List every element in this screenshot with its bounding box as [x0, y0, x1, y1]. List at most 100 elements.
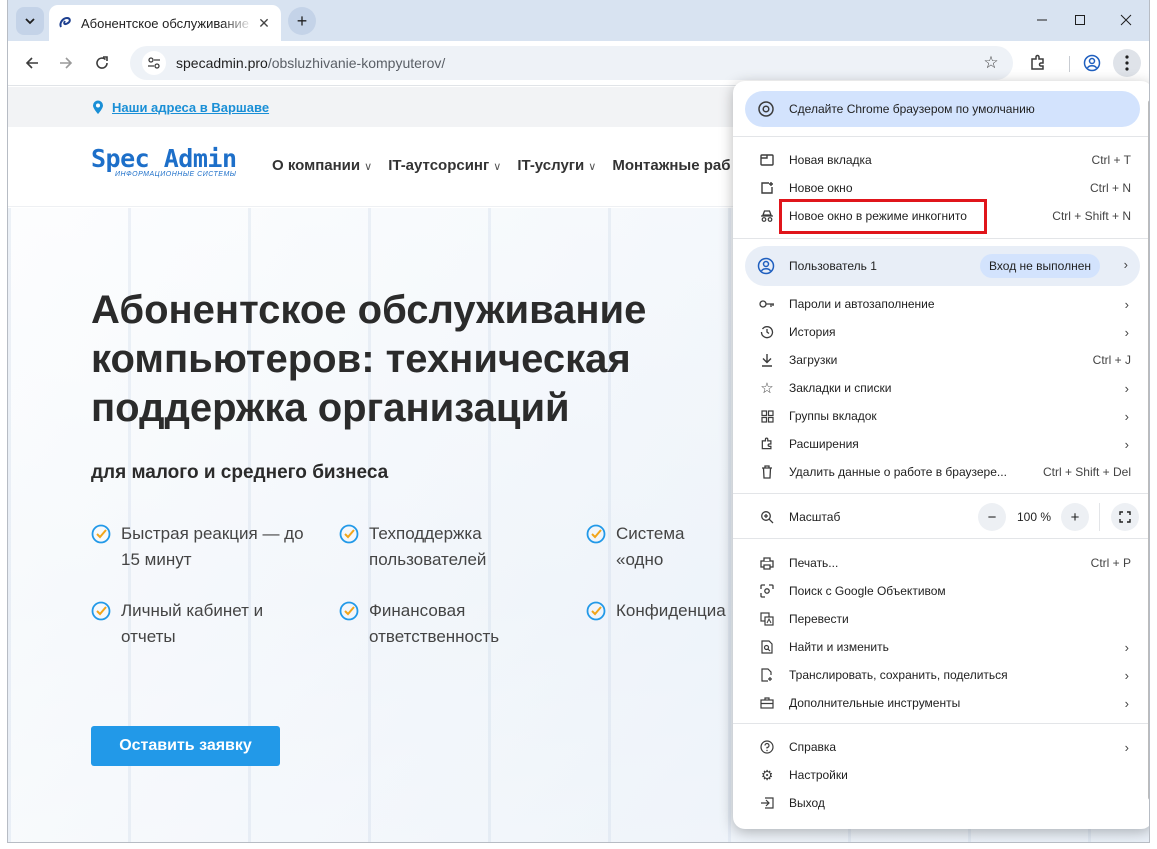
- site-logo[interactable]: Spec Admin ИНФОРМАЦИОННЫЕ СИСТЕМЫ: [91, 145, 237, 179]
- check-circle-icon: [339, 524, 359, 544]
- submit-request-button[interactable]: Оставить заявку: [91, 726, 280, 766]
- save-share-icon: [759, 667, 775, 683]
- menu-item-passwords[interactable]: Пароли и автозаполнение ›: [733, 290, 1149, 318]
- menu-item-find[interactable]: Найти и изменить ›: [733, 633, 1149, 661]
- menu-label: Удалить данные о работе в браузере...: [789, 465, 1007, 479]
- feature-item: Система «одно: [586, 521, 736, 573]
- menu-label: Перевести: [789, 612, 849, 626]
- menu-item-translate[interactable]: Перевести: [733, 605, 1149, 633]
- menu-item-cast-save-share[interactable]: Транслировать, сохранить, поделиться ›: [733, 661, 1149, 689]
- feature-text: Конфиденциа: [616, 601, 726, 620]
- nav-item-outsourcing[interactable]: IT-аутсорсинг ∨: [388, 157, 501, 174]
- fullscreen-button[interactable]: [1111, 503, 1139, 531]
- chevron-right-icon: ›: [1124, 667, 1129, 683]
- profile-name: Пользователь 1: [789, 259, 877, 273]
- reload-icon: [96, 56, 108, 69]
- shortcut-text: Ctrl + Shift + N: [1052, 209, 1131, 223]
- addresses-link[interactable]: Наши адреса в Варшаве: [112, 100, 269, 115]
- hero-title: Абонентское обслуживание компьютеров: те…: [91, 288, 647, 430]
- menu-item-clear-data[interactable]: Удалить данные о работе в браузере... Ct…: [733, 458, 1149, 486]
- chevron-down-icon: [25, 18, 35, 25]
- menu-item-settings[interactable]: ⚙ Настройки: [733, 761, 1149, 789]
- zoom-icon: [759, 509, 775, 525]
- menu-item-more-tools[interactable]: Дополнительные инструменты ›: [733, 689, 1149, 717]
- zoom-out-button[interactable]: −: [978, 503, 1006, 531]
- check-circle-icon: [339, 601, 359, 621]
- menu-label: Транслировать, сохранить, поделиться: [789, 668, 1008, 682]
- active-tab[interactable]: Абонентское обслуживание и ✕: [49, 5, 281, 41]
- site-info-icon[interactable]: [142, 51, 166, 75]
- feature-item: Личный кабинет и отчеты: [91, 598, 311, 650]
- reload-button[interactable]: [88, 49, 116, 77]
- nav-item-services[interactable]: IT-услуги ∨: [517, 157, 596, 174]
- menu-label: История: [789, 325, 836, 339]
- menu-label: Новая вкладка: [789, 153, 872, 167]
- extensions-button[interactable]: [1024, 49, 1052, 77]
- incognito-highlight-box: [779, 199, 987, 234]
- help-icon: [759, 739, 775, 755]
- menu-label: Новое окно: [789, 181, 853, 195]
- set-default-browser-item[interactable]: Сделайте Chrome браузером по умолчанию: [745, 91, 1140, 127]
- history-icon: [759, 324, 775, 340]
- address-bar[interactable]: specadmin.pro/obsluzhivanie-kompyuterov/…: [130, 46, 1013, 80]
- zoom-in-button[interactable]: +: [1061, 503, 1089, 531]
- nav-item-installation[interactable]: Монтажные раб: [612, 157, 730, 174]
- maximize-button[interactable]: [1066, 8, 1094, 32]
- menu-separator: [733, 238, 1149, 239]
- menu-separator: [733, 493, 1149, 494]
- feature-item: Быстрая реакция — до 15 минут: [91, 521, 311, 573]
- new-tab-button[interactable]: +: [288, 7, 316, 35]
- key-icon: [759, 296, 775, 312]
- menu-item-downloads[interactable]: Загрузки Ctrl + J: [733, 346, 1149, 374]
- menu-item-new-window[interactable]: Новое окно Ctrl + N: [733, 174, 1149, 202]
- menu-item-profile[interactable]: Пользователь 1 Вход не выполнен ›: [745, 246, 1140, 286]
- close-window-button[interactable]: [1112, 8, 1140, 32]
- chrome-menu: Сделайте Chrome браузером по умолчанию Н…: [733, 81, 1149, 829]
- trash-icon: [759, 464, 775, 480]
- shortcut-text: Ctrl + J: [1092, 353, 1131, 367]
- menu-item-help[interactable]: Справка ›: [733, 733, 1149, 761]
- browser-window: Абонентское обслуживание и ✕ + specadmin…: [7, 0, 1150, 843]
- feature-text: Финансовая ответственность: [369, 601, 500, 646]
- print-icon: [759, 555, 775, 571]
- close-icon: [1120, 14, 1132, 26]
- menu-item-exit[interactable]: Выход: [733, 789, 1149, 817]
- back-button[interactable]: [18, 49, 46, 77]
- nav-item-company[interactable]: О компании ∨: [272, 157, 372, 174]
- chevron-right-icon: ›: [1124, 324, 1129, 340]
- check-circle-icon: [91, 524, 111, 544]
- minimize-button[interactable]: [1028, 8, 1056, 32]
- menu-item-google-lens[interactable]: Поиск с Google Объективом: [733, 577, 1149, 605]
- tab-close-icon[interactable]: ✕: [255, 14, 273, 32]
- menu-item-bookmarks[interactable]: ☆ Закладки и списки ›: [733, 374, 1149, 402]
- feature-item: Конфиденциа: [586, 598, 736, 624]
- forward-button[interactable]: [52, 49, 80, 77]
- bookmark-star-icon[interactable]: ☆: [979, 51, 1003, 75]
- menu-item-print[interactable]: Печать... Ctrl + P: [733, 549, 1149, 577]
- tab-search-button[interactable]: [16, 7, 44, 35]
- shortcut-text: Ctrl + N: [1089, 181, 1131, 195]
- chrome-menu-button[interactable]: [1113, 49, 1141, 77]
- profile-button[interactable]: [1078, 49, 1106, 77]
- new-tab-icon: [759, 152, 775, 168]
- puzzle-icon: [759, 436, 775, 452]
- profile-icon: [1083, 54, 1101, 72]
- menu-item-history[interactable]: История ›: [733, 318, 1149, 346]
- menu-item-tab-groups[interactable]: Группы вкладок ›: [733, 402, 1149, 430]
- shortcut-text: Ctrl + Shift + Del: [1042, 465, 1131, 479]
- menu-label: Печать...: [789, 556, 839, 570]
- menu-separator: [733, 538, 1149, 539]
- toolbar-separator: [1069, 56, 1070, 72]
- page-scrollbar[interactable]: [1148, 100, 1149, 800]
- site-nav: О компании ∨ IT-аутсорсинг ∨ IT-услуги ∨ Мо…: [272, 157, 731, 174]
- menu-item-new-tab[interactable]: Новая вкладка Ctrl + T: [733, 146, 1149, 174]
- menu-label: Масштаб: [789, 510, 841, 524]
- arrow-left-icon: [25, 57, 38, 69]
- new-window-icon: [759, 180, 775, 196]
- star-icon: ☆: [760, 380, 774, 397]
- menu-separator: [733, 136, 1149, 137]
- shortcut-text: Ctrl + T: [1091, 153, 1131, 167]
- menu-label: Загрузки: [789, 353, 838, 367]
- profile-icon: [757, 257, 775, 275]
- menu-item-extensions[interactable]: Расширения ›: [733, 430, 1149, 458]
